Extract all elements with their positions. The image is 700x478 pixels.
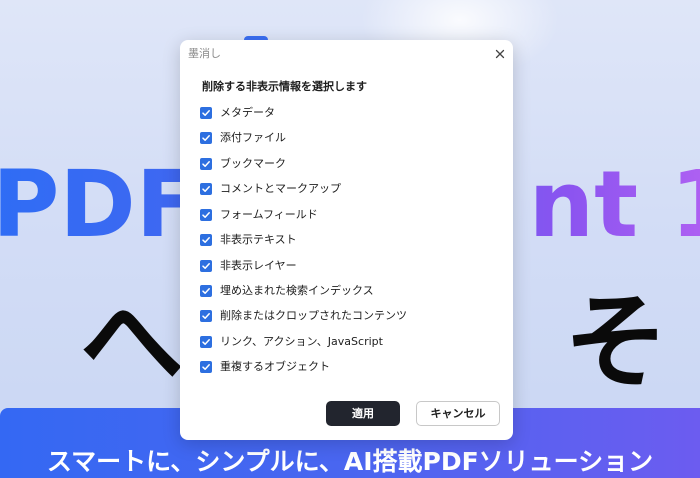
checkmark-icon [202, 110, 210, 116]
checkmark-icon [202, 237, 210, 243]
option-row[interactable]: 埋め込まれた検索インデックス [200, 283, 500, 299]
option-label: フォームフィールド [220, 208, 318, 221]
option-row[interactable]: フォームフィールド [200, 207, 500, 223]
checkbox[interactable] [200, 183, 212, 195]
checkbox[interactable] [200, 209, 212, 221]
section-label: 削除する非表示情報を選択します [202, 80, 367, 93]
option-label: 非表示レイヤー [220, 259, 297, 272]
dialog-title: 墨消し [188, 47, 221, 60]
option-label: 非表示テキスト [220, 233, 297, 246]
welcome-left: へ [80, 281, 185, 403]
checkbox[interactable] [200, 260, 212, 272]
option-row[interactable]: 非表示テキスト [200, 232, 500, 248]
option-row[interactable]: メタデータ [200, 105, 500, 121]
checkmark-icon [202, 263, 210, 269]
option-label: メタデータ [220, 106, 275, 119]
option-row[interactable]: 重複するオブジェクト [200, 359, 500, 375]
option-label: 添付ファイル [220, 131, 286, 144]
checkbox[interactable] [200, 158, 212, 170]
checkmark-icon [202, 212, 210, 218]
headline-right: nt 12 [528, 151, 639, 258]
option-row[interactable]: 非表示レイヤー [200, 258, 500, 274]
checkmark-icon [202, 313, 210, 319]
checkbox[interactable] [200, 234, 212, 246]
checkbox[interactable] [200, 107, 212, 119]
option-row[interactable]: ブックマーク [200, 156, 500, 172]
checkmark-icon [202, 135, 210, 141]
option-label: リンク、アクション、JavaScript [220, 335, 383, 348]
option-label: コメントとマークアップ [220, 182, 341, 195]
background-tagline: スマートに、シンプルに、AI搭載PDFソリューション [46, 447, 654, 476]
checkmark-icon [202, 364, 210, 370]
option-row[interactable]: コメントとマークアップ [200, 181, 500, 197]
checkmark-icon [202, 288, 210, 294]
option-row[interactable]: リンク、アクション、JavaScript [200, 334, 500, 350]
checkbox[interactable] [200, 361, 212, 373]
option-label: 重複するオブジェクト [220, 360, 330, 373]
checkmark-icon [202, 339, 210, 345]
checkbox[interactable] [200, 285, 212, 297]
checkbox[interactable] [200, 336, 212, 348]
redact-dialog: 墨消し 削除する非表示情報を選択します メタデータ添付ファイル ブックマークコメン… [180, 40, 513, 440]
welcome-right: そ [564, 281, 669, 403]
close-button[interactable] [492, 46, 508, 62]
checkbox[interactable] [200, 132, 212, 144]
checkmark-icon [202, 161, 210, 167]
close-icon [495, 49, 505, 59]
option-row[interactable]: 削除またはクロップされたコンテンツ [200, 308, 500, 324]
headline-left: PDF [0, 151, 199, 258]
apply-button[interactable]: 適用 [326, 401, 400, 426]
checkmark-icon [202, 186, 210, 192]
option-label: 削除またはクロップされたコンテンツ [220, 309, 407, 322]
checkbox[interactable] [200, 310, 212, 322]
option-label: 埋め込まれた検索インデックス [220, 284, 374, 297]
option-row[interactable]: 添付ファイル [200, 130, 500, 146]
cancel-button[interactable]: キャンセル [416, 401, 500, 426]
option-label: ブックマーク [220, 157, 286, 170]
